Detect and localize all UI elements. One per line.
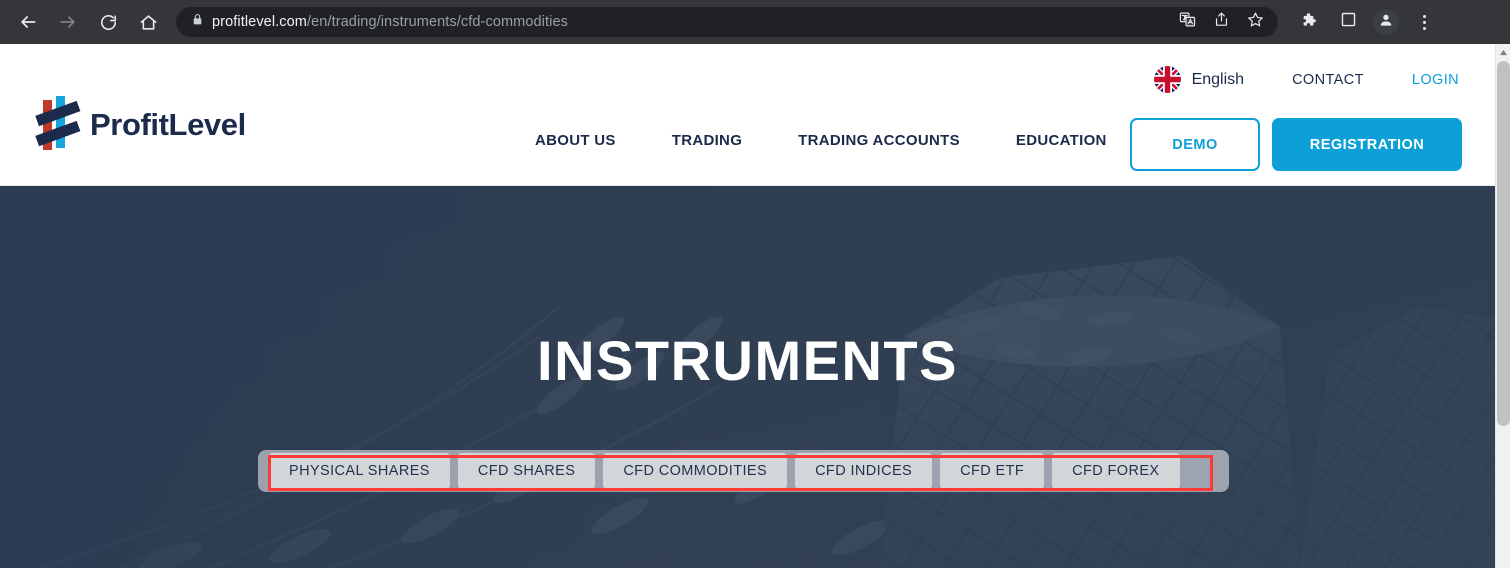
tab-cfd-shares[interactable]: CFD SHARES [457,453,596,489]
scroll-up-arrow-icon [1499,43,1508,61]
share-button[interactable] [1207,8,1235,36]
demo-button[interactable]: DEMO [1130,118,1260,171]
logo-text: ProfitLevel [90,107,246,142]
tab-cfd-etf[interactable]: CFD ETF [940,453,1045,489]
extensions-puzzle-icon [1299,11,1317,34]
forward-button[interactable] [51,5,85,39]
instrument-tabs-group: PHYSICAL SHARES CFD SHARES CFD COMMODITI… [258,450,1229,492]
tab-cfd-forex[interactable]: CFD FOREX [1052,453,1180,489]
profile-button[interactable] [1373,9,1399,35]
url-text: profitlevel.com/en/trading/instruments/c… [212,14,568,30]
nav-item-trading[interactable]: TRADING [672,132,742,149]
chrome-menu-button[interactable] [1409,7,1439,37]
scrollbar-thumb[interactable] [1497,61,1510,426]
page-scrollbar[interactable] [1495,44,1510,568]
url-path: /en/trading/instruments/cfd-commodities [306,14,568,30]
omnibox-actions [1170,8,1278,36]
chrome-menu-icon [1411,14,1437,30]
site-logo[interactable]: ProfitLevel [30,94,246,156]
header-cta-group: DEMO REGISTRATION [1130,118,1462,171]
translate-button[interactable] [1173,8,1201,36]
main-navigation: ABOUT US TRADING TRADING ACCOUNTS EDUCAT… [535,132,1107,149]
browser-toolbar: profitlevel.com/en/trading/instruments/c… [0,0,1510,44]
nav-item-trading-accounts[interactable]: TRADING ACCOUNTS [798,132,960,149]
bookmark-button[interactable] [1241,8,1269,36]
hero-section: INSTRUMENTS PHYSICAL SHARES CFD SHARES C… [0,186,1495,568]
address-bar[interactable]: profitlevel.com/en/trading/instruments/c… [176,7,1278,37]
share-icon [1213,11,1230,33]
extensions-button[interactable] [1293,7,1323,37]
tab-physical-shares[interactable]: PHYSICAL SHARES [269,453,450,489]
back-button[interactable] [11,5,45,39]
home-icon [139,13,158,32]
scroll-up-button[interactable] [1496,44,1510,59]
reload-button[interactable] [91,5,125,39]
side-panel-icon [1340,11,1357,33]
forward-arrow-icon [58,12,78,32]
url-host: profitlevel.com [212,14,307,30]
page-title: INSTRUMENTS [537,329,958,392]
site-security-button[interactable] [182,7,212,37]
registration-button[interactable]: REGISTRATION [1272,118,1462,171]
home-button[interactable] [131,5,165,39]
lock-icon [191,13,204,31]
site-header: English CONTACT LOGIN ProfitLevel ABOUT [0,44,1495,186]
bookmark-star-icon [1247,11,1264,33]
page-viewport: English CONTACT LOGIN ProfitLevel ABOUT [0,44,1495,568]
browser-toolbar-actions [1288,7,1450,37]
translate-icon [1179,11,1196,33]
nav-item-about-us[interactable]: ABOUT US [535,132,616,149]
profitlevel-candlestick-logo-icon [30,94,86,156]
tab-cfd-commodities[interactable]: CFD COMMODITIES [603,453,788,489]
browser-nav-buttons [0,5,168,39]
profile-avatar-icon [1378,12,1394,33]
nav-item-education[interactable]: EDUCATION [1016,132,1107,149]
back-arrow-icon [18,12,38,32]
reload-icon [99,13,118,32]
primary-nav-row: ProfitLevel ABOUT US TRADING TRADING ACC… [0,44,1495,186]
tab-cfd-indices[interactable]: CFD INDICES [795,453,933,489]
side-panel-button[interactable] [1333,7,1363,37]
